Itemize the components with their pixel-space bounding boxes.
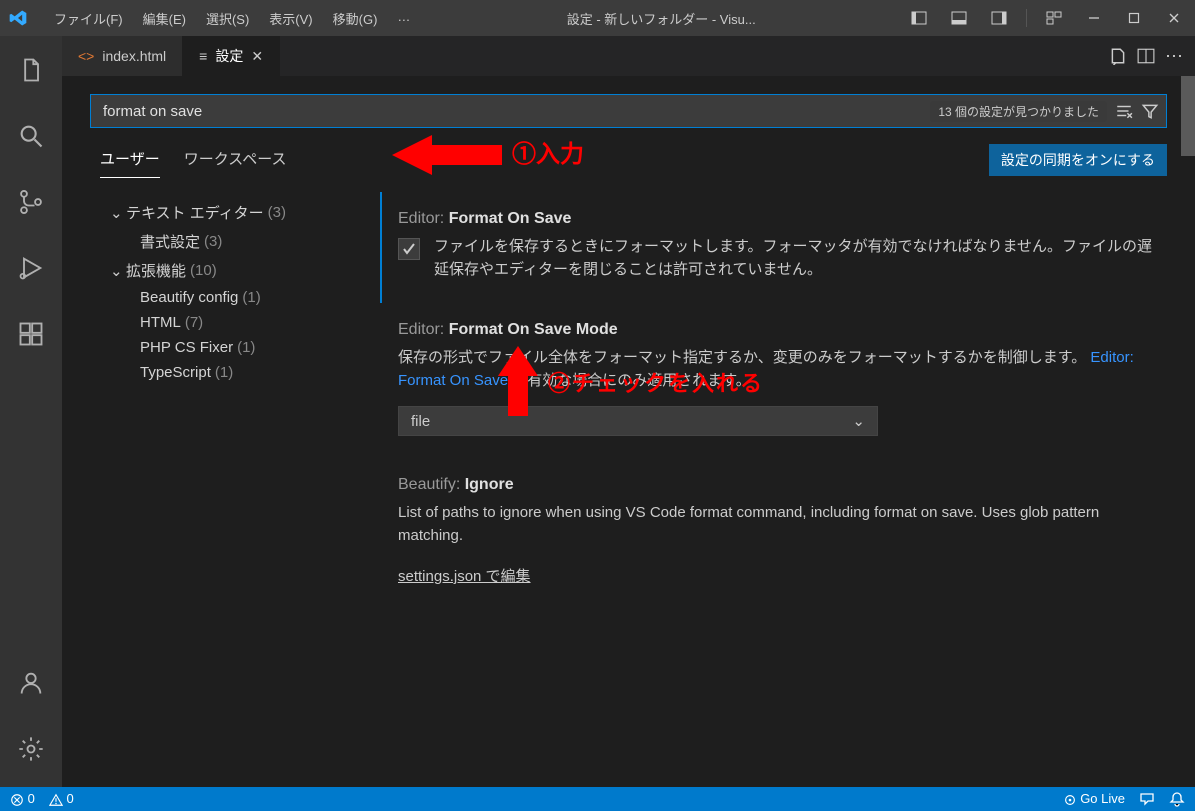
setting-title: Beautify: Ignore	[398, 476, 1155, 494]
split-editor-icon[interactable]	[1137, 47, 1155, 65]
settings-list: Editor: Format On Save ファイルを保存するときにフォーマッ…	[380, 192, 1167, 775]
toc-item-html[interactable]: HTML (7)	[90, 310, 380, 335]
menu-go[interactable]: 移動(G)	[323, 1, 388, 36]
setting-description: 保存の形式でファイル全体をフォーマット指定するか、変更のみをフォーマットするかを…	[398, 347, 1155, 392]
menu-selection[interactable]: 選択(S)	[196, 1, 259, 36]
separator	[1026, 9, 1027, 27]
toc-item-php-cs-fixer[interactable]: PHP CS Fixer (1)	[90, 335, 380, 360]
scope-user-tab[interactable]: ユーザー	[100, 142, 160, 178]
toc-label: Beautify config	[140, 289, 238, 306]
close-icon[interactable]: ✕	[251, 48, 263, 65]
status-bar: 0 0 Go Live	[0, 787, 1195, 811]
tab-label: index.html	[102, 48, 166, 64]
window-close-icon[interactable]	[1157, 3, 1191, 33]
setting-beautify-ignore: Beautify: Ignore List of paths to ignore…	[380, 458, 1163, 608]
toc-label: 拡張機能	[126, 260, 186, 281]
toc-item-formatting[interactable]: 書式設定 (3)	[90, 227, 380, 256]
html-file-icon: <>	[78, 48, 94, 64]
edit-in-settings-json-link[interactable]: settings.json で編集	[398, 565, 531, 586]
settings-editor: ①入力 ②チェックを入れる 13 個の設定が見つかりました ユーザー ワークスペ…	[62, 76, 1195, 787]
status-warnings[interactable]: 0	[49, 791, 74, 807]
editor-actions: ⋯	[1109, 36, 1195, 76]
status-errors[interactable]: 0	[10, 791, 35, 807]
format-on-save-mode-select[interactable]: file ⌄	[398, 406, 878, 436]
toc-count: (1)	[237, 339, 255, 356]
search-result-count: 13 個の設定が見つかりました	[930, 101, 1107, 122]
status-go-live[interactable]: Go Live	[1063, 791, 1125, 807]
title-bar: ファイル(F) 編集(E) 選択(S) 表示(V) 移動(G) … 設定 - 新…	[0, 0, 1195, 36]
more-actions-icon[interactable]: ⋯	[1165, 46, 1183, 67]
chevron-down-icon: ⌄	[852, 412, 865, 430]
clear-search-icon[interactable]	[1115, 102, 1133, 120]
menu-file[interactable]: ファイル(F)	[44, 1, 133, 36]
toc-label: テキスト エディター	[126, 202, 264, 223]
toc-count: (7)	[185, 314, 203, 331]
editor-tabs: <> index.html ≡ 設定 ✕ ⋯	[62, 36, 1195, 76]
layout-toggle-panel-icon[interactable]	[942, 3, 976, 33]
toc-label: HTML	[140, 314, 181, 331]
window-title: 設定 - 新しいフォルダー - Visu...	[420, 9, 902, 28]
main-menu: ファイル(F) 編集(E) 選択(S) 表示(V) 移動(G) …	[36, 1, 420, 36]
toc-item-text-editor[interactable]: ⌄ テキスト エディター (3)	[90, 198, 380, 227]
format-on-save-checkbox[interactable]	[398, 238, 420, 260]
toc-item-extensions[interactable]: ⌄ 拡張機能 (10)	[90, 256, 380, 285]
window-maximize-icon[interactable]	[1117, 3, 1151, 33]
layout-toggle-sidebar-icon[interactable]	[902, 3, 936, 33]
settings-search: 13 個の設定が見つかりました	[90, 94, 1167, 128]
toc-label: 書式設定	[140, 231, 200, 252]
toc-count: (3)	[204, 233, 222, 250]
status-bell-icon[interactable]	[1169, 791, 1185, 807]
setting-title: Editor: Format On Save	[398, 210, 1155, 228]
menu-edit[interactable]: 編集(E)	[133, 1, 196, 36]
chevron-down-icon: ⌄	[110, 262, 126, 280]
settings-scope-row: ユーザー ワークスペース 設定の同期をオンにする	[90, 142, 1167, 178]
toc-count: (1)	[215, 364, 233, 381]
scope-workspace-tab[interactable]: ワークスペース	[184, 142, 287, 178]
tab-label: 設定	[215, 46, 243, 66]
tab-index-html[interactable]: <> index.html	[62, 36, 183, 76]
editor-area: <> index.html ≡ 設定 ✕ ⋯ ①入力 ②チェックを入れる	[62, 36, 1195, 787]
settings-toc: ⌄ テキスト エディター (3) 書式設定 (3) ⌄ 拡張機能 (10)	[90, 192, 380, 775]
filter-icon[interactable]	[1141, 102, 1159, 120]
toc-label: TypeScript	[140, 364, 211, 381]
setting-description: ファイルを保存するときにフォーマットします。フォーマッタが有効でなければなりませ…	[434, 236, 1155, 281]
setting-format-on-save: Editor: Format On Save ファイルを保存するときにフォーマッ…	[380, 192, 1163, 303]
layout-toggle-secondary-icon[interactable]	[982, 3, 1016, 33]
activity-bar	[0, 36, 62, 787]
vscode-logo-icon	[0, 0, 36, 36]
source-control-icon[interactable]	[7, 178, 55, 226]
extensions-icon[interactable]	[7, 310, 55, 358]
layout-customize-icon[interactable]	[1037, 3, 1071, 33]
setting-format-on-save-mode: Editor: Format On Save Mode 保存の形式でファイル全体…	[380, 303, 1163, 458]
chevron-down-icon: ⌄	[110, 204, 126, 222]
open-changes-icon[interactable]	[1109, 47, 1127, 65]
run-debug-icon[interactable]	[7, 244, 55, 292]
window-minimize-icon[interactable]	[1077, 3, 1111, 33]
menu-view[interactable]: 表示(V)	[259, 1, 322, 36]
settings-tab-icon: ≡	[199, 48, 207, 64]
explorer-icon[interactable]	[7, 46, 55, 94]
menu-more[interactable]: …	[387, 1, 420, 36]
accounts-icon[interactable]	[7, 659, 55, 707]
manage-gear-icon[interactable]	[7, 725, 55, 773]
toc-label: PHP CS Fixer	[140, 339, 233, 356]
setting-title: Editor: Format On Save Mode	[398, 321, 1155, 339]
window-controls	[902, 3, 1195, 33]
settings-sync-button[interactable]: 設定の同期をオンにする	[989, 144, 1167, 176]
toc-count: (10)	[190, 262, 217, 279]
toc-count: (3)	[268, 204, 286, 221]
toc-item-typescript[interactable]: TypeScript (1)	[90, 360, 380, 385]
select-value: file	[411, 413, 430, 430]
toc-count: (1)	[242, 289, 260, 306]
search-icon[interactable]	[7, 112, 55, 160]
setting-description: List of paths to ignore when using VS Co…	[398, 502, 1155, 547]
status-feedback-icon[interactable]	[1139, 791, 1155, 807]
toc-item-beautify[interactable]: Beautify config (1)	[90, 285, 380, 310]
tab-settings[interactable]: ≡ 設定 ✕	[183, 36, 280, 76]
check-icon	[401, 241, 417, 257]
